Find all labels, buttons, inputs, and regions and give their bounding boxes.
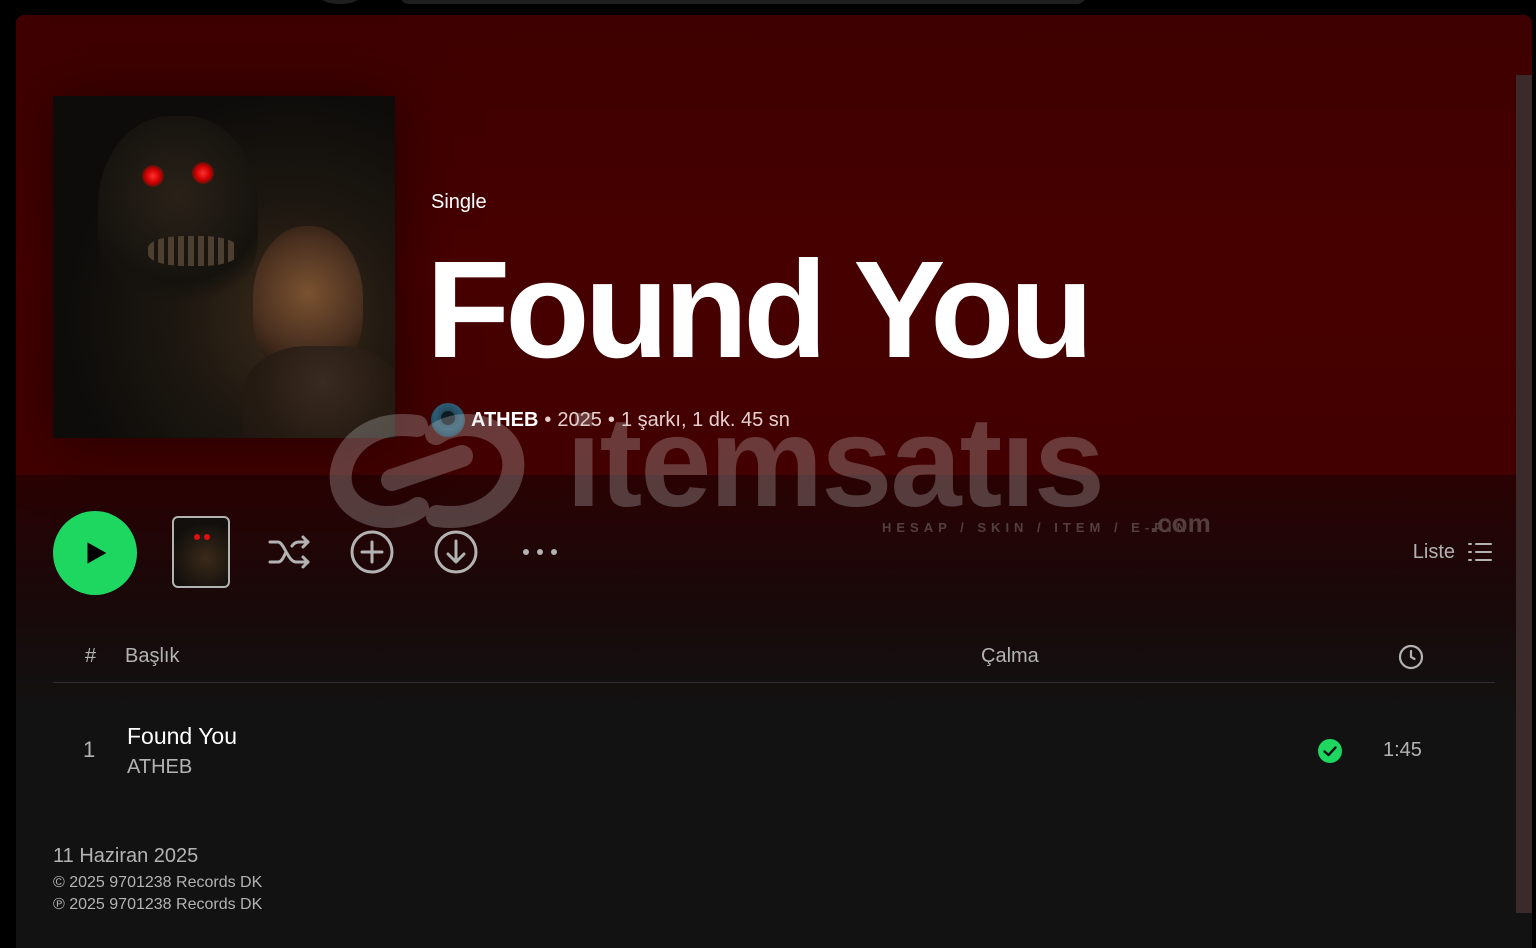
track-title[interactable]: Found You: [127, 723, 237, 750]
preview-cover-button[interactable]: [172, 516, 230, 588]
tracklist-header: # Başlık Çalma: [53, 635, 1495, 683]
copyright-text: © 2025 9701238 Records DK: [53, 874, 263, 891]
download-icon: [434, 530, 478, 574]
play-icon: [87, 542, 107, 564]
view-mode-button[interactable]: Liste: [1413, 537, 1493, 567]
red-eye: [142, 165, 164, 187]
shuffle-icon: [268, 535, 310, 569]
nav-button[interactable]: [318, 0, 362, 4]
action-bar: Liste: [53, 511, 1493, 595]
artist-link[interactable]: ATHEB: [471, 409, 538, 432]
artist-avatar[interactable]: [431, 403, 465, 437]
phonogram-text: ℗ 2025 9701238 Records DK: [53, 896, 263, 913]
album-page: Single Found You ATHEB • 2025 • 1 şarkı,…: [16, 15, 1532, 948]
album-type-label: Single: [431, 191, 487, 213]
shuffle-button[interactable]: [265, 527, 315, 577]
clock-icon: [1398, 644, 1424, 670]
more-horizontal-icon: [523, 549, 557, 555]
track-artist[interactable]: ATHEB: [127, 756, 192, 779]
release-info: 11 Haziran 2025 © 2025 9701238 Records D…: [53, 845, 262, 916]
meta-separator: •: [607, 408, 615, 431]
scrollbar[interactable]: [1516, 75, 1532, 913]
search-bar[interactable]: [400, 0, 1086, 4]
album-title: Found You: [426, 233, 1094, 387]
more-options-button[interactable]: [515, 527, 565, 577]
column-number: #: [85, 645, 97, 667]
add-circle-icon: [350, 530, 394, 574]
column-plays[interactable]: Çalma: [981, 645, 1039, 668]
play-button[interactable]: [53, 511, 137, 595]
album-meta: ATHEB • 2025 • 1 şarkı, 1 dk. 45 sn: [431, 402, 790, 438]
top-bar: [0, 0, 1536, 16]
meta-separator: •: [544, 408, 552, 431]
release-date: 11 Haziran 2025: [53, 845, 199, 867]
track-duration: 1:45: [1383, 739, 1422, 761]
list-icon: [1468, 543, 1492, 561]
release-year: 2025: [557, 408, 602, 431]
view-mode-label: Liste: [1412, 540, 1455, 563]
track-number: 1: [83, 737, 96, 762]
album-summary: 1 şarkı, 1 dk. 45 sn: [620, 408, 790, 431]
album-cover-art: [53, 96, 395, 438]
download-button[interactable]: [431, 527, 481, 577]
column-title[interactable]: Başlık: [125, 645, 179, 668]
saved-check-icon[interactable]: [1317, 738, 1343, 764]
red-eye: [192, 162, 214, 184]
table-row[interactable]: 1 Found You ATHEB 1:45: [53, 715, 1495, 787]
add-to-library-button[interactable]: [347, 527, 397, 577]
